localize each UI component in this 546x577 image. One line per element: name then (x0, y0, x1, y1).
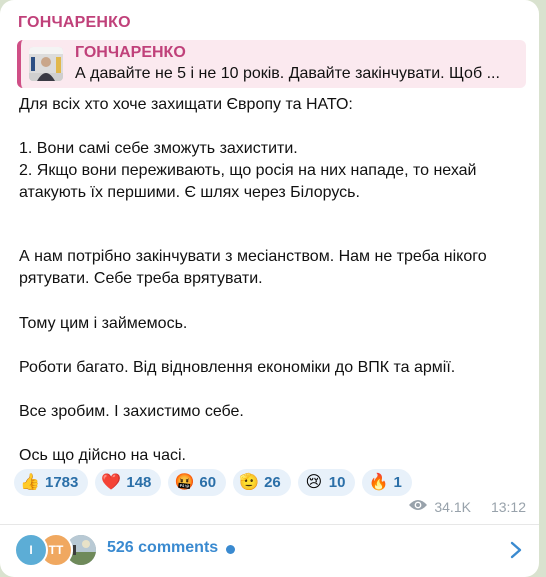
message-bubble: ГОНЧАРЕНКО ГОНЧАРЕНКО А давайте не 5 і н… (0, 0, 539, 577)
view-count: 34.1K (434, 498, 471, 515)
comments-count-label: 526 comments (107, 539, 219, 556)
message-line: Все зробим. І захистимо себе. (19, 403, 244, 420)
avatar: І (14, 533, 48, 567)
reaction-salute[interactable]: 🫡 26 (233, 469, 291, 496)
reaction-fire[interactable]: 🔥 1 (362, 469, 412, 496)
reply-text: А давайте не 5 і не 10 років. Давайте за… (75, 65, 500, 82)
angry-face-icon: 🤬 (174, 473, 195, 491)
reactions-bar: 👍 1783 ❤️ 148 🤬 60 🫡 26 😢 10 🔥 1 (14, 469, 412, 497)
avatar-initial: ТТ (48, 543, 64, 557)
unread-indicator (226, 545, 235, 554)
message-line: А нам потрібно закінчувати з месіанством… (19, 248, 487, 287)
comments-button[interactable]: І ТТ 526 comments (0, 525, 539, 577)
reaction-count: 26 (264, 474, 281, 491)
message-line: Роботи багато. Від відновлення економіки… (19, 359, 456, 376)
reaction-count: 1783 (45, 474, 79, 491)
message-line: Для всіх хто хоче захищати Європу та НАТ… (19, 96, 353, 113)
chevron-right-icon (509, 540, 523, 560)
reply-thumbnail (29, 47, 63, 81)
message-line: Тому цим і займемось. (19, 315, 188, 332)
reply-preview[interactable]: ГОНЧАРЕНКО А давайте не 5 і не 10 років.… (17, 40, 526, 88)
fire-icon: 🔥 (368, 473, 389, 491)
thumbs-up-icon: 👍 (20, 473, 40, 491)
reaction-count: 1 (393, 474, 402, 491)
message-time: 13:12 (490, 498, 526, 515)
message-line: 2. Якщо вони переживають, що росія на ни… (19, 162, 477, 201)
reaction-count: 148 (126, 474, 152, 491)
reaction-count: 60 (199, 474, 217, 491)
eye-icon (408, 498, 428, 515)
reaction-crying[interactable]: 😢 10 (297, 469, 356, 496)
reaction-heart[interactable]: ❤️ 148 (95, 469, 162, 496)
reaction-count: 10 (328, 474, 346, 491)
heart-icon: ❤️ (101, 473, 122, 491)
channel-name[interactable]: ГОНЧАРЕНКО (18, 14, 131, 32)
salute-icon: 🫡 (239, 473, 260, 491)
message-line: 1. Вони самі себе зможуть захистити. (19, 140, 298, 157)
message-line: Ось що дійсно на часі. (19, 447, 186, 464)
reaction-angry[interactable]: 🤬 60 (168, 469, 227, 496)
crying-face-icon: 😢 (305, 473, 323, 491)
avatar-initial: І (29, 543, 33, 557)
reaction-thumbs-up[interactable]: 👍 1783 (14, 469, 89, 496)
message-meta: 34.1K 13:12 (408, 498, 526, 515)
reply-author: ГОНЧАРЕНКО (75, 44, 186, 61)
